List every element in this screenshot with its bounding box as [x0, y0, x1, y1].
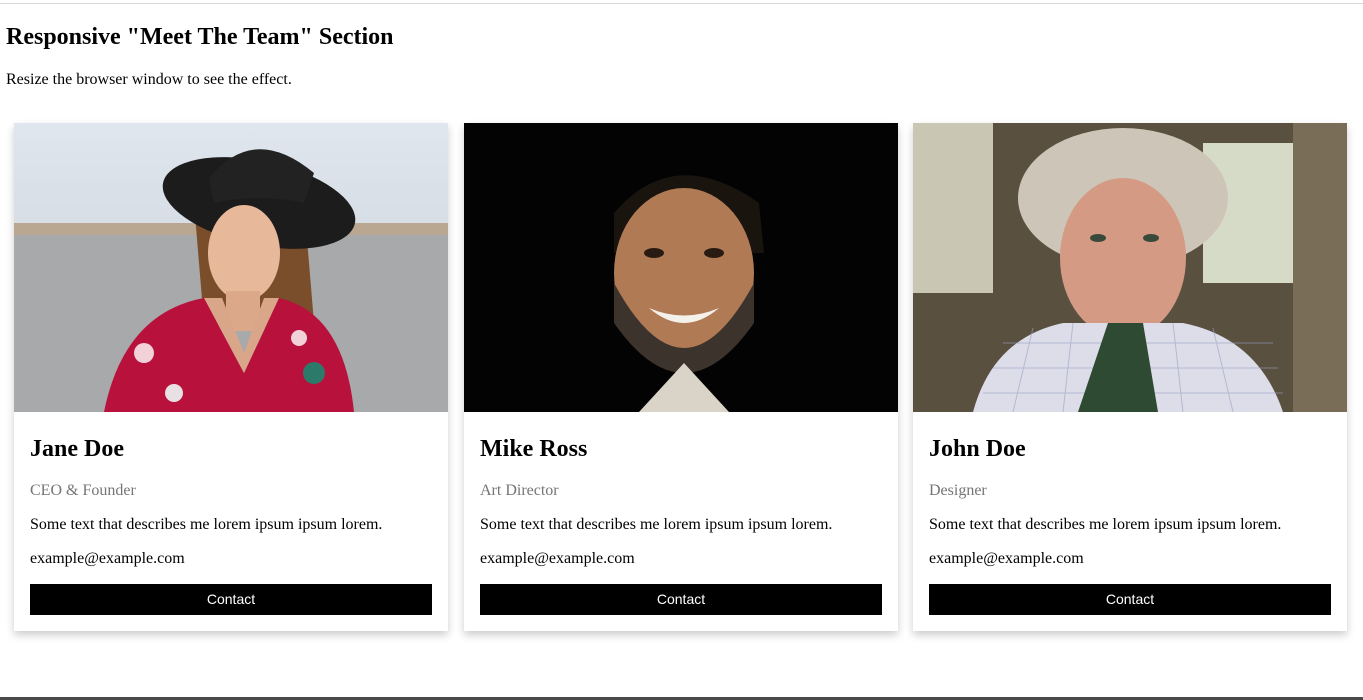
- profile-photo-john-doe: [913, 123, 1347, 412]
- contact-button-jane-doe[interactable]: Contact: [30, 584, 432, 615]
- member-title-jane-doe: CEO & Founder: [30, 482, 136, 499]
- top-divider: [0, 3, 1363, 4]
- member-email-john-doe: example@example.com: [929, 550, 1084, 567]
- profile-photo-jane-doe: [14, 123, 448, 412]
- contact-button-john-doe[interactable]: Contact: [929, 584, 1331, 615]
- member-description-john-doe: Some text that describes me lorem ipsum …: [929, 516, 1282, 533]
- member-email-jane-doe: example@example.com: [30, 550, 185, 567]
- member-title-mike-ross: Art Director: [480, 482, 559, 499]
- member-title-john-doe: Designer: [929, 482, 987, 499]
- contact-button-mike-ross[interactable]: Contact: [480, 584, 882, 615]
- member-name-jane-doe: Jane Doe: [30, 436, 124, 462]
- card-content-mike-ross: Mike Ross Art Director Some text that de…: [480, 412, 882, 631]
- member-name-john-doe: John Doe: [929, 436, 1026, 462]
- page-title: Responsive "Meet The Team" Section: [6, 24, 394, 50]
- member-description-mike-ross: Some text that describes me lorem ipsum …: [480, 516, 833, 533]
- page-subtitle: Resize the browser window to see the eff…: [6, 71, 292, 88]
- member-name-mike-ross: Mike Ross: [480, 436, 588, 462]
- card-content-jane-doe: Jane Doe CEO & Founder Some text that de…: [30, 412, 432, 631]
- member-email-mike-ross: example@example.com: [480, 550, 635, 567]
- profile-photo-mike-ross: [464, 123, 898, 412]
- member-description-jane-doe: Some text that describes me lorem ipsum …: [30, 516, 383, 533]
- card-content-john-doe: John Doe Designer Some text that describ…: [929, 412, 1331, 631]
